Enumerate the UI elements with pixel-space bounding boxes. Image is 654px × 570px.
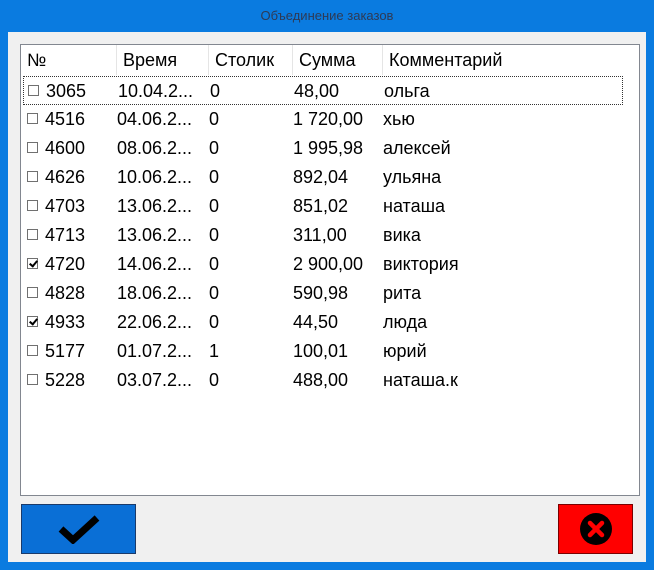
cell-number: 4933 [45, 312, 86, 332]
cell-table: 0 [210, 81, 221, 101]
cell-table: 0 [209, 196, 220, 216]
checkmark-icon [58, 515, 99, 544]
table-row[interactable]: 3065 10.04.2... 0 48,00 ольга [23, 76, 623, 105]
table-row[interactable]: 4516 04.06.2... 0 1 720,00 хью [23, 105, 623, 134]
row-checkbox[interactable] [27, 200, 38, 211]
cell-comment: юрий [383, 341, 427, 361]
cell-number: 4713 [45, 225, 86, 245]
window-title: Объединение заказов [260, 8, 394, 23]
cell-table: 0 [209, 254, 220, 274]
row-checkbox[interactable] [27, 287, 38, 298]
row-checkbox[interactable] [27, 142, 38, 153]
table-row[interactable]: 4720 14.06.2... 0 2 900,00 виктория [23, 250, 623, 279]
cell-number: 5228 [45, 370, 86, 390]
cell-table: 0 [209, 138, 220, 158]
cell-sum: 100,01 [293, 341, 349, 361]
cell-time: 04.06.2... [117, 109, 193, 129]
row-checkbox[interactable] [28, 85, 39, 96]
merge-orders-window: Объединение заказов № Время Столик Сумма… [0, 0, 654, 570]
cell-number: 4626 [45, 167, 86, 187]
column-header-number[interactable]: № [21, 45, 117, 75]
row-checkbox[interactable] [27, 316, 38, 327]
cancel-button[interactable] [558, 504, 633, 554]
cell-time: 14.06.2... [117, 254, 193, 274]
cell-time: 13.06.2... [117, 196, 193, 216]
column-header-comment[interactable]: Комментарий [383, 45, 639, 75]
cell-comment: люда [383, 312, 428, 332]
cell-sum: 311,00 [293, 225, 347, 245]
cell-comment: ульяна [383, 167, 442, 187]
dialog-body: № Время Столик Сумма Комментарий 3065 10.… [8, 32, 646, 562]
row-checkbox[interactable] [27, 374, 38, 385]
column-header-table[interactable]: Столик [209, 45, 293, 75]
cell-time: 22.06.2... [117, 312, 193, 332]
cell-comment: вика [383, 225, 421, 245]
cell-number: 4703 [45, 196, 86, 216]
cell-time: 10.04.2... [118, 81, 194, 101]
cell-comment: ольга [384, 81, 430, 101]
cell-table: 0 [209, 312, 220, 332]
cell-sum: 851,02 [293, 196, 349, 216]
table-row[interactable]: 4713 13.06.2... 0 311,00 вика [23, 221, 623, 250]
cell-table: 0 [209, 283, 220, 303]
cell-sum: 2 900,00 [293, 254, 364, 274]
cell-number: 3065 [46, 81, 87, 101]
cell-sum: 1 720,00 [293, 109, 364, 129]
column-header-sum[interactable]: Сумма [293, 45, 383, 75]
row-checkbox[interactable] [27, 345, 38, 356]
cell-sum: 1 995,98 [293, 138, 364, 158]
orders-list[interactable]: № Время Столик Сумма Комментарий 3065 10.… [20, 44, 640, 496]
cell-sum: 590,98 [293, 283, 349, 303]
cell-number: 4828 [45, 283, 86, 303]
list-header: № Время Столик Сумма Комментарий [21, 45, 639, 75]
cell-comment: рита [383, 283, 422, 303]
cell-number: 4720 [45, 254, 86, 274]
row-checkbox[interactable] [27, 171, 38, 182]
cell-table: 0 [209, 109, 220, 129]
table-row[interactable]: 4703 13.06.2... 0 851,02 наташа [23, 192, 623, 221]
cell-number: 5177 [45, 341, 86, 361]
cell-time: 01.07.2... [117, 341, 193, 361]
cell-comment: наташа [383, 196, 446, 216]
table-row[interactable]: 4600 08.06.2... 0 1 995,98 алексей [23, 134, 623, 163]
cell-table: 0 [209, 225, 220, 245]
table-row[interactable]: 4933 22.06.2... 0 44,50 люда [23, 308, 623, 337]
cell-sum: 48,00 [294, 81, 340, 101]
cell-table: 0 [209, 370, 220, 390]
table-row[interactable]: 4828 18.06.2... 0 590,98 рита [23, 279, 623, 308]
row-checkbox[interactable] [27, 229, 38, 240]
cell-comment: виктория [383, 254, 459, 274]
cell-sum: 44,50 [293, 312, 339, 332]
cell-number: 4600 [45, 138, 86, 158]
cell-comment: хью [383, 109, 415, 129]
row-checkbox[interactable] [27, 113, 38, 124]
cell-comment: наташа.к [383, 370, 458, 390]
cell-sum: 892,04 [293, 167, 349, 187]
close-circle-icon [579, 513, 612, 545]
table-row[interactable]: 5177 01.07.2... 1 100,01 юрий [23, 337, 623, 366]
column-header-time[interactable]: Время [117, 45, 209, 75]
cell-time: 13.06.2... [117, 225, 193, 245]
cell-table: 1 [209, 341, 220, 361]
table-row[interactable]: 4626 10.06.2... 0 892,04 ульяна [23, 163, 623, 192]
table-row[interactable]: 5228 03.07.2... 0 488,00 наташа.к [23, 366, 623, 395]
cell-time: 18.06.2... [117, 283, 193, 303]
row-checkbox[interactable] [27, 258, 38, 269]
cell-table: 0 [209, 167, 220, 187]
cell-time: 10.06.2... [117, 167, 193, 187]
cell-number: 4516 [45, 109, 86, 129]
cell-time: 03.07.2... [117, 370, 193, 390]
cell-comment: алексей [383, 138, 451, 158]
cell-sum: 488,00 [293, 370, 349, 390]
confirm-button[interactable] [21, 504, 136, 554]
cell-time: 08.06.2... [117, 138, 193, 158]
